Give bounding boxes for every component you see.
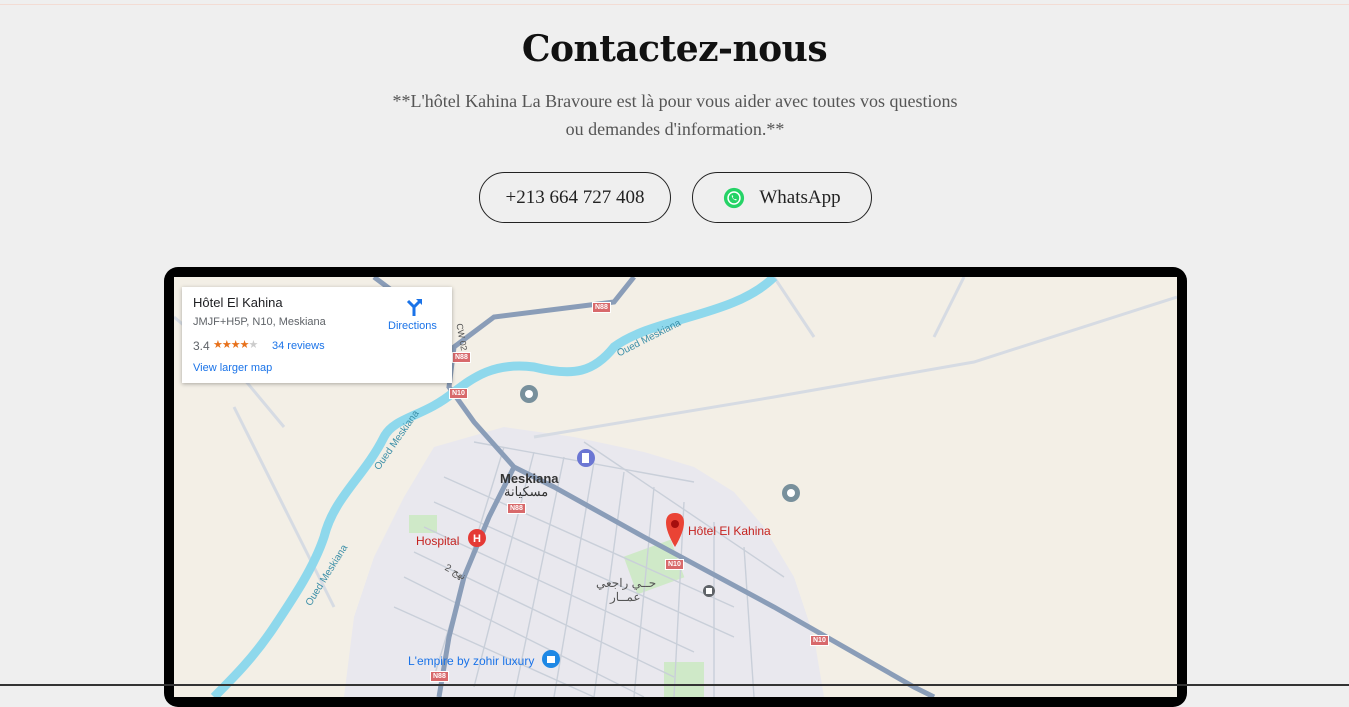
town-label-arabic: مسكيانة bbox=[504, 484, 549, 499]
embedded-map[interactable]: H Meskiana مسكيانة Hôtel El Kahina Hospi… bbox=[174, 277, 1177, 697]
place-info-card: Hôtel El Kahina JMJF+H5P, N10, Meskiana … bbox=[182, 287, 452, 383]
poi-marker bbox=[520, 385, 538, 403]
road-shield-n88: N88 bbox=[507, 503, 526, 514]
district-label-line2: عمــار bbox=[610, 590, 641, 604]
reviews-link[interactable]: 34 reviews bbox=[272, 340, 325, 352]
svg-text:H: H bbox=[473, 533, 481, 545]
directions-link[interactable]: Directions bbox=[388, 320, 437, 332]
phone-button[interactable]: +213 664 727 408 bbox=[479, 172, 671, 223]
whatsapp-button[interactable]: WhatsApp bbox=[692, 172, 872, 223]
rating-value: 3.4 bbox=[193, 339, 210, 353]
road-shield-n10: N10 bbox=[665, 559, 684, 570]
contact-subtitle: **L'hôtel Kahina La Bravoure est là pour… bbox=[392, 91, 958, 139]
poi-marker bbox=[782, 484, 800, 502]
page-title: Contactez-nous bbox=[521, 28, 828, 70]
hospital-label[interactable]: Hospital bbox=[416, 534, 459, 548]
view-larger-map-link[interactable]: View larger map bbox=[193, 362, 272, 374]
phone-label: +213 664 727 408 bbox=[505, 186, 645, 208]
directions-icon[interactable] bbox=[404, 297, 424, 317]
whatsapp-icon bbox=[724, 187, 745, 208]
road-shield-n10: N10 bbox=[449, 388, 468, 399]
park-area bbox=[409, 515, 437, 533]
filled-stars: ★★★★ bbox=[213, 339, 249, 351]
park-area bbox=[664, 662, 704, 697]
bus-stop-marker bbox=[703, 585, 715, 597]
empty-stars: ★ bbox=[248, 339, 258, 351]
business-label[interactable]: L'empire by zohir luxury bbox=[408, 654, 534, 668]
district-label: حــي راجعي bbox=[596, 576, 657, 590]
rating-stars: ★★★★★ bbox=[213, 338, 258, 351]
hospital-marker: H bbox=[468, 529, 486, 547]
top-divider bbox=[0, 4, 1349, 5]
road-shield-n10: N10 bbox=[810, 635, 829, 646]
road-shield-n88: N88 bbox=[452, 352, 471, 363]
place-address: JMJF+H5P, N10, Meskiana bbox=[193, 316, 326, 328]
fuel-poi-marker bbox=[577, 449, 595, 467]
hotel-label[interactable]: Hôtel El Kahina bbox=[688, 524, 771, 538]
road-shield-n88: N88 bbox=[592, 302, 611, 313]
road-shield-n88: N88 bbox=[430, 671, 449, 682]
place-name: Hôtel El Kahina bbox=[193, 295, 283, 310]
whatsapp-label: WhatsApp bbox=[759, 186, 841, 208]
shop-marker bbox=[542, 650, 560, 668]
